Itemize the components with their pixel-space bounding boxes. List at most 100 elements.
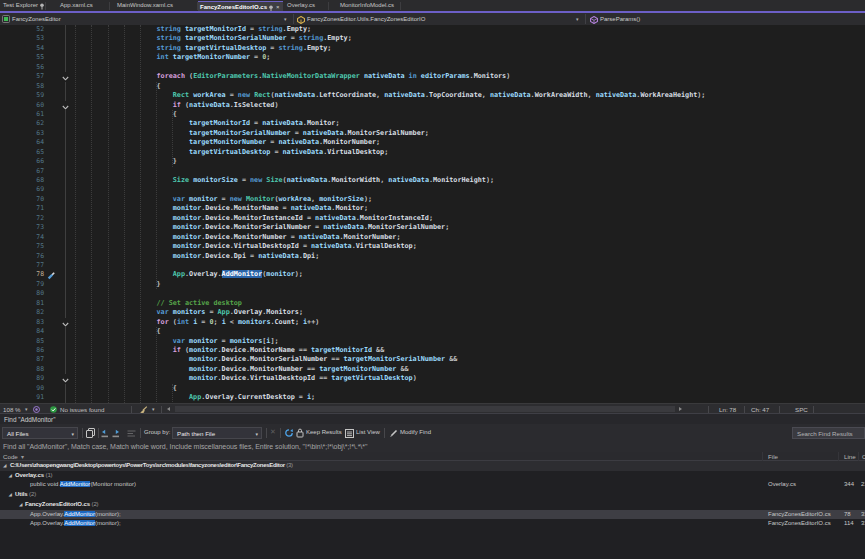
navigation-bar: FancyZonesEditor ▾ FancyZonesEditor.Util… [0,13,865,25]
line-number: 81 [0,299,44,308]
column-header-file[interactable]: File [768,453,778,460]
hscroll-right-arrow[interactable] [679,407,682,411]
code-line-81: 81 // Set active desktop [0,299,865,308]
code-line-53: 53 string targetMonitorSerialNumber = st… [0,34,865,43]
code-text: if (monitor.Device.MonitorName == target… [59,346,384,355]
find-results-toolbar: All Files ▾ Group by: Path then File ▾ [0,424,865,442]
tab-close-icon[interactable]: × [276,4,280,10]
column-header-line[interactable]: Line [844,453,856,460]
next-location-icon[interactable] [112,429,120,438]
list-view-icon[interactable] [345,429,354,438]
files-filter-dropdown[interactable]: All Files ▾ [2,427,78,439]
line-number: 78 [0,270,44,279]
document-tab-mainwindow-xaml-cs[interactable]: MainWindow.xaml.cs [110,0,198,11]
code-line-70: 70 var monitor = new Monitor(workArea, m… [0,195,865,204]
code-text: var monitor = monitors[i]; [59,337,279,346]
nav-type-dropdown[interactable]: FancyZonesEditor.Utils.FancyZonesEditorI… [307,16,425,22]
code-line-57: 57 foreach (EditorParameters.NativeMonit… [0,72,865,81]
health-status-text[interactable]: No issues found [60,406,104,413]
code-line-78: 78 App.Overlay.AddMonitor(monitor); [0,270,865,279]
refresh-icon[interactable] [284,428,294,438]
tab-label: Overlay.cs [287,2,315,8]
previous-location-icon[interactable] [101,429,109,438]
group-by-dropdown[interactable]: Path then File ▾ [172,427,262,439]
result-group-row[interactable]: ◢C:\Users\zhaopengwang\Desktop\powertoys… [0,461,865,471]
fold-collapse-chevron-icon[interactable] [61,318,70,327]
nav-project-dropdown[interactable]: FancyZonesEditor [12,16,61,22]
line-number: 57 [0,72,44,81]
code-line-72: 72 monitor.Device.MonitorInstanceId = na… [0,214,865,223]
separator [813,406,814,413]
line-number: 85 [0,337,44,346]
result-group-row[interactable]: ◢Utils (2) [0,490,865,500]
result-row[interactable]: App.Overlay.AddMonitor(monitor);FancyZon… [0,510,865,520]
modify-find-pencil-icon[interactable] [389,429,398,438]
code-line-85: 85 var monitor = monitors[i]; [0,337,865,346]
search-find-results-input[interactable]: Search Find Results [792,427,865,439]
quick-actions-screwdriver-icon[interactable] [47,271,56,280]
code-line-52: 52 string targetMonitorId = string.Empty… [0,25,865,34]
zoom-level-dropdown[interactable]: 108 % [3,406,21,413]
code-text: string targetMonitorId = string.Empty; [59,25,311,34]
keep-results-button[interactable]: Keep Results [306,429,342,435]
code-text: { [59,384,177,393]
code-text: var monitors = App.Overlay.Monitors; [59,308,303,317]
column-header-code-caret-icon[interactable]: ▾ [21,453,24,460]
clear-results-icon[interactable] [127,429,136,438]
modify-find-button[interactable]: Modify Find [400,429,431,435]
code-text: string targetVirtualDesktop = string.Emp… [59,44,331,53]
expand-collapse-triangle-icon[interactable]: ◢ [9,471,12,481]
nav-member-dropdown[interactable]: ParseParams() [600,16,640,22]
zoom-caret-icon[interactable]: ▾ [25,406,28,412]
tab-pin-icon[interactable] [39,3,45,10]
match-highlight: AddMonitor [64,511,95,517]
code-line-63: 63 targetMonitorSerialNumber = nativeDat… [0,129,865,138]
code-cleanup-caret-icon[interactable]: ▾ [152,406,155,412]
document-tab-overlay-cs[interactable]: Overlay.cs [283,0,329,11]
fold-collapse-chevron-icon[interactable] [61,374,70,383]
column-header-code[interactable]: Code [3,453,18,460]
expand-collapse-triangle-icon[interactable]: ◢ [19,500,22,510]
line-number: 86 [0,346,44,355]
keep-results-lock-icon[interactable] [296,428,304,438]
code-editor[interactable]: 52 string targetMonitorId = string.Empty… [0,25,865,403]
fold-collapse-chevron-icon[interactable] [61,101,70,110]
expand-collapse-triangle-icon[interactable]: ◢ [9,490,12,500]
document-tab-monitorinfomodel-cs[interactable]: MonitorInfoModel.cs [329,0,401,11]
nav-type-caret-icon[interactable]: ▾ [576,16,579,22]
hscroll-thumb[interactable] [175,406,675,412]
find-summary-text: Find all "AddMonitor", Match case, Match… [3,443,367,450]
line-number: 73 [0,223,44,232]
document-tab-test-explorer[interactable]: Test Explorer [0,0,46,11]
line-number: 59 [0,91,44,100]
result-group-row[interactable]: ◢FancyZonesEditorIO.cs (2) [0,500,865,510]
code-text: targetMonitorNumber = nativeData.Monitor… [59,138,380,147]
list-view-button[interactable]: List View [356,429,380,435]
document-health-icon[interactable] [33,406,40,413]
nav-separator [585,14,586,24]
line-number: 56 [0,63,44,72]
copy-icon[interactable] [86,428,95,438]
separator [131,406,132,413]
separator [82,428,83,438]
tab-label: MonitorInfoModel.cs [340,2,394,8]
document-tab-app-xaml-cs[interactable]: App.xaml.cs [46,0,110,11]
line-number: 83 [0,318,44,327]
nav-project-caret-icon[interactable]: ▾ [284,16,287,22]
line-number: 70 [0,195,44,204]
group-count: (1) [45,472,52,478]
code-line-71: 71 monitor.Device.MonitorName = nativeDa… [0,204,865,213]
code-line-84: 84 { [0,327,865,336]
line-number: 89 [0,374,44,383]
code-text: monitor.Device.Dpi = nativeData.Dpi; [59,252,319,261]
fold-collapse-chevron-icon[interactable] [61,72,70,81]
result-row[interactable]: public void AddMonitor(Monitor monitor)O… [0,480,865,490]
expand-collapse-triangle-icon[interactable]: ◢ [3,461,6,471]
result-line: 344 [844,480,854,490]
tab-label: Test Explorer [3,2,38,8]
hscroll-left-arrow[interactable] [167,407,170,411]
find-results-panel: Find "AddMonitor" All Files ▾ Group by: [0,413,865,559]
result-row[interactable]: App.Overlay.AddMonitor(monitor);FancyZon… [0,519,865,529]
caret-char-indicator: Ch: 47 [751,406,769,413]
result-group-row[interactable]: ◢Overlay.cs (1) [0,471,865,481]
